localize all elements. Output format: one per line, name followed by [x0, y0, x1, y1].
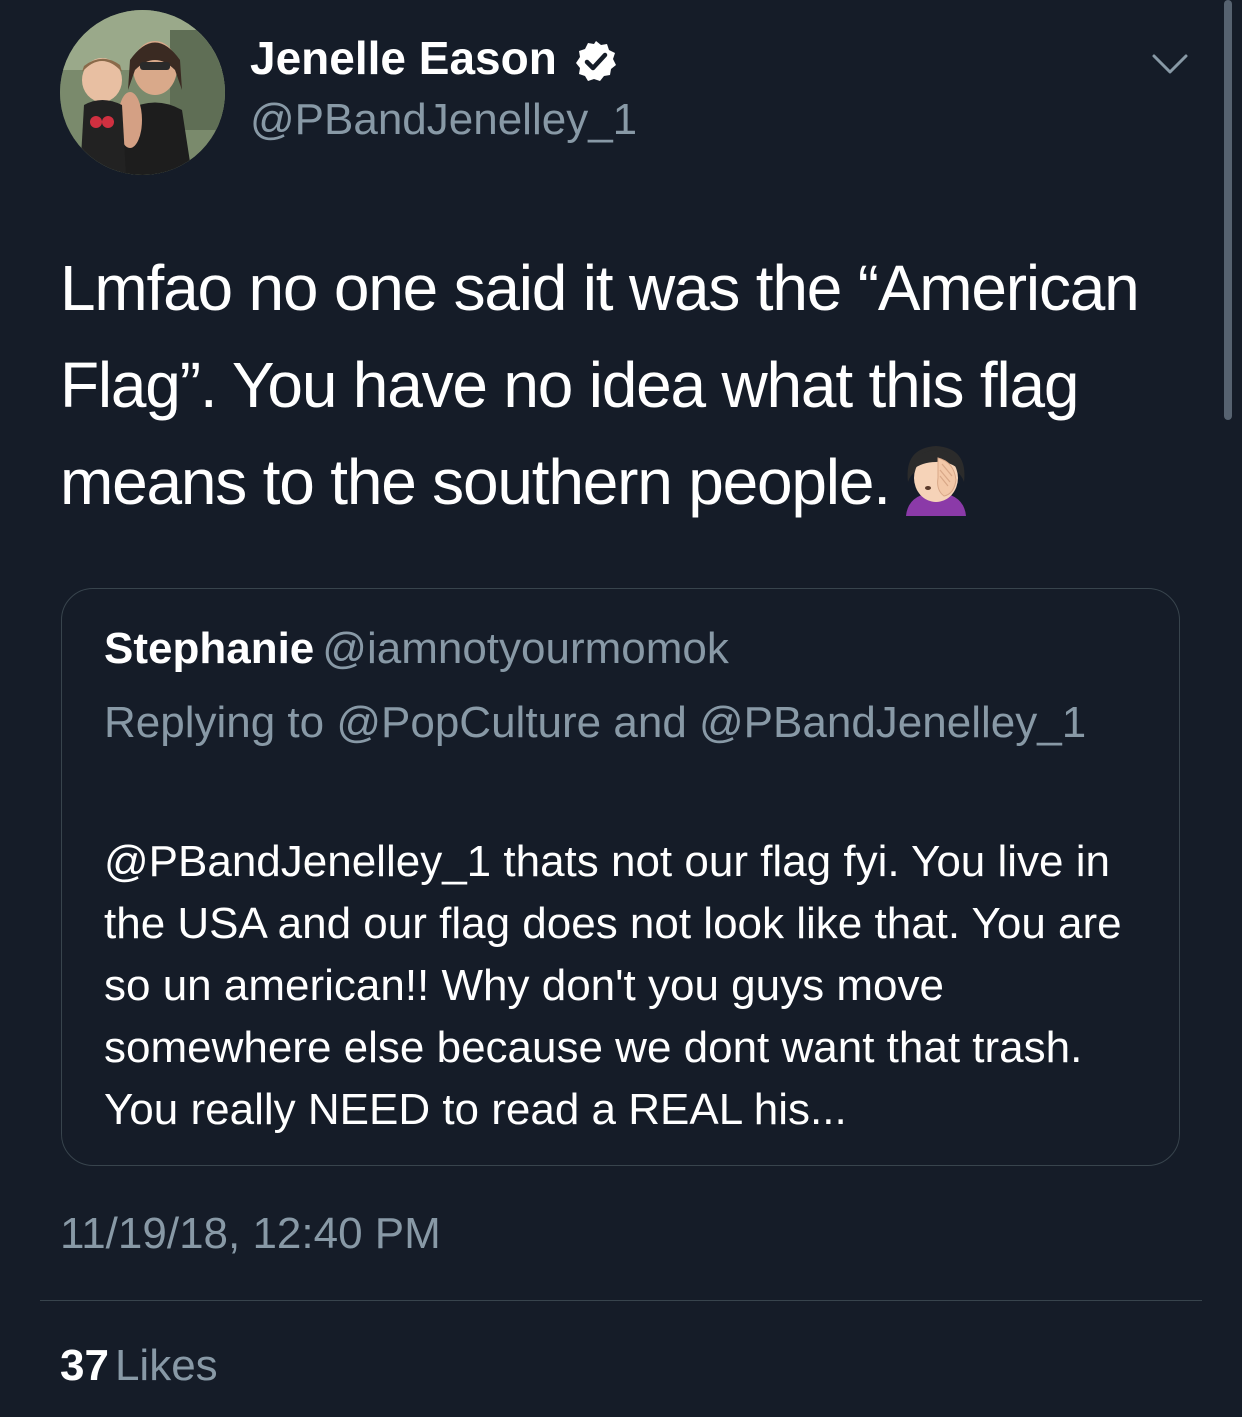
quoted-reply-context: Replying to @PopCulture and @PBandJenell… [104, 698, 1087, 747]
author-handle[interactable]: @PBandJenelley_1 [250, 92, 637, 148]
quoted-author-handle: @iamnotyourmomok [322, 624, 729, 673]
tweet-timestamp[interactable]: 11/19/18, 12:40 PM [60, 1204, 441, 1264]
tweet-detail-view: Jenelle Eason @PBandJenelley_1 Lmfao no … [0, 0, 1242, 1417]
author-avatar[interactable] [60, 10, 225, 175]
likes-label: Likes [114, 1341, 218, 1390]
verified-badge-icon [576, 41, 616, 81]
tweet-text: Lmfao no one said it was the “American F… [60, 252, 1140, 518]
quoted-tweet-text: @PBandJenelley_1 thats not our flag fyi.… [104, 837, 1122, 1134]
quoted-tweet-header: Stephanie @iamnotyourmomok [104, 619, 729, 679]
divider [40, 1300, 1202, 1301]
face-palm-icon [905, 446, 966, 516]
quoted-tweet-card[interactable]: Stephanie @iamnotyourmomok Replying to @P… [61, 588, 1180, 1166]
tweet-body: Lmfao no one said it was the “American F… [60, 240, 1180, 531]
likes-count: 37 [60, 1341, 109, 1390]
quoted-author-name: Stephanie [104, 624, 315, 673]
likes-stat[interactable]: 37 Likes [60, 1336, 218, 1396]
scrollbar[interactable] [1224, 0, 1232, 420]
chevron-down-icon[interactable] [1150, 50, 1190, 80]
author-name[interactable]: Jenelle Eason [250, 30, 557, 86]
